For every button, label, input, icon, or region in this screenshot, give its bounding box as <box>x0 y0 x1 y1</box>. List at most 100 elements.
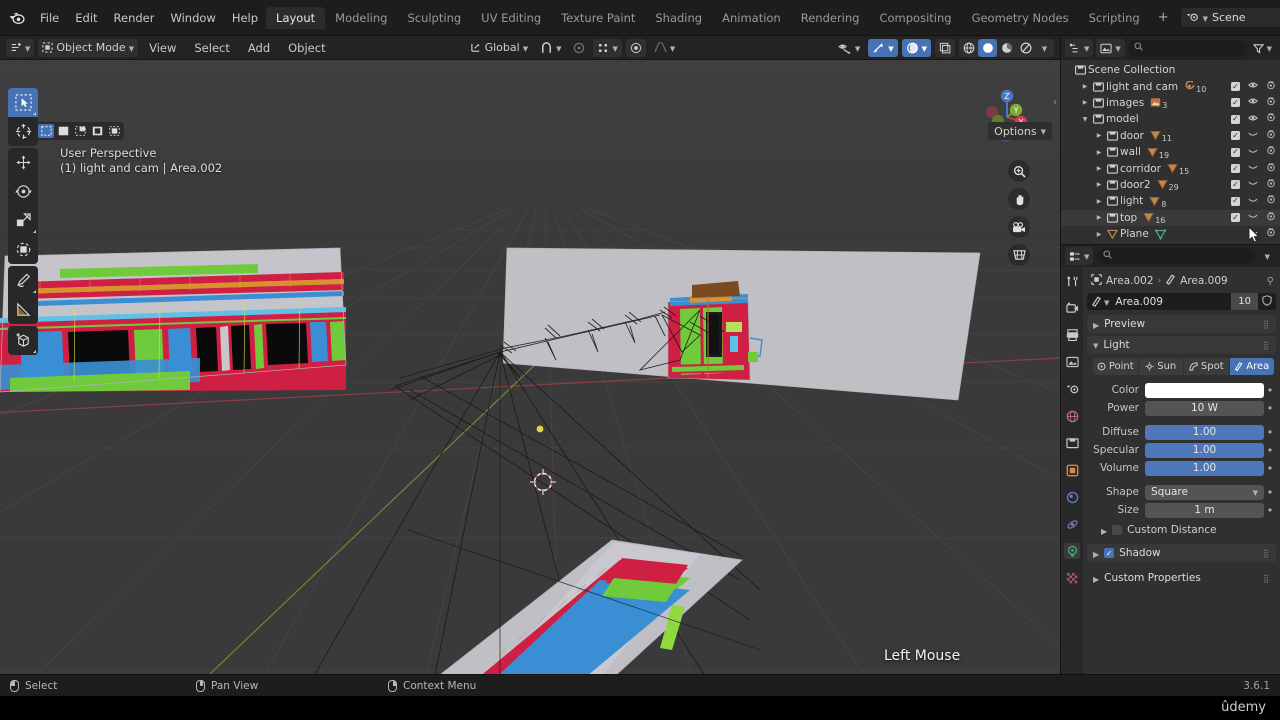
light-volume-row[interactable]: Volume 1.00 • <box>1087 460 1276 476</box>
pan-hand-icon[interactable] <box>1008 188 1030 210</box>
subtract-select-mode[interactable] <box>72 124 88 138</box>
outliner-row-corridor[interactable]: ▶ corridor 15 ✓ <box>1061 160 1280 176</box>
outliner-row-door[interactable]: ▶ door 11 ✓ <box>1061 128 1280 144</box>
tweak-select-tool[interactable] <box>8 88 38 117</box>
expand-triangle-icon[interactable]: ▶ <box>1093 231 1105 238</box>
workspace-tab-rendering[interactable]: Rendering <box>791 7 870 29</box>
light-power-value[interactable]: 10 W <box>1145 400 1264 416</box>
workspace-tab-compositing[interactable]: Compositing <box>869 7 961 29</box>
outliner-enable-checkbox[interactable]: ✓ <box>1231 213 1240 223</box>
solid-shading[interactable] <box>978 38 997 57</box>
tool-tab[interactable] <box>1064 273 1080 289</box>
viewport-menu-add[interactable]: Add <box>241 39 277 57</box>
outliner-editor[interactable]: ▼ ▼ ▼ Scene Collection ▶ light and cam 1… <box>1060 36 1280 244</box>
funnel-icon[interactable]: ▼ <box>1249 39 1276 57</box>
properties-editor-icon[interactable]: ▼ <box>1065 247 1094 265</box>
expand-triangle-icon[interactable]: ▶ <box>1093 149 1105 156</box>
outliner-row-wall[interactable]: ▶ wall 19 ✓ <box>1061 144 1280 160</box>
expand-triangle-icon[interactable]: ▶ <box>1093 181 1105 188</box>
outliner-search-input[interactable] <box>1127 39 1246 57</box>
falloff-curve-icon[interactable]: ▼ <box>650 39 679 57</box>
menu-window[interactable]: Window <box>162 8 223 28</box>
animate-dot-icon[interactable]: • <box>1264 462 1276 475</box>
xray-toggle-button[interactable]: ▼ <box>901 38 931 57</box>
workspace-tab-shading[interactable]: Shading <box>645 7 712 29</box>
outliner-row-scene-collection[interactable]: Scene Collection <box>1061 62 1280 78</box>
outliner-row-plane[interactable]: ▶ Plane <box>1061 226 1280 242</box>
menu-edit[interactable]: Edit <box>67 8 105 28</box>
light-specular-value[interactable]: 1.00 <box>1145 442 1264 458</box>
add-cube-tool[interactable] <box>8 326 38 355</box>
filter-id-icon[interactable]: ▼ <box>1096 39 1125 57</box>
sidebar-collapse-arrow-icon[interactable]: ‹ <box>1053 97 1057 108</box>
light-color-swatch[interactable] <box>1145 382 1264 398</box>
camera-view-icon[interactable] <box>1008 216 1030 238</box>
show-gizmo-button[interactable]: ▼ <box>834 39 864 57</box>
visibility-eye-icon[interactable] <box>1248 81 1258 92</box>
light-volume-value[interactable]: 1.00 <box>1145 460 1264 476</box>
intersect-select-mode[interactable] <box>106 124 122 138</box>
breadcrumb[interactable]: Area.002 › Area.009 ⚲ <box>1087 271 1276 293</box>
visibility-eye-icon[interactable] <box>1248 114 1258 125</box>
viewport-options-button[interactable]: Options ▼ <box>988 122 1052 140</box>
panel-header-preview[interactable]: ▶ Preview ⣿ <box>1087 315 1276 333</box>
light-power-row[interactable]: Power 10 W • <box>1087 400 1276 416</box>
workspace-tab-layout[interactable]: Layout <box>266 6 326 29</box>
editor-type-selector[interactable]: ▼ <box>6 38 35 57</box>
outliner-enable-checkbox[interactable]: ✓ <box>1231 114 1240 124</box>
expand-triangle-icon[interactable]: ▶ <box>1093 214 1105 221</box>
extend-select-mode[interactable] <box>55 124 71 138</box>
outliner-enable-checkbox[interactable]: ✓ <box>1231 164 1240 174</box>
zoom-icon[interactable] <box>1008 160 1030 182</box>
scene-tab[interactable] <box>1064 381 1080 397</box>
outliner-enable-checkbox[interactable]: ✓ <box>1231 82 1240 92</box>
transform-tool[interactable] <box>8 235 38 264</box>
expand-triangle-icon[interactable]: ▶ <box>1093 165 1105 172</box>
snap-magnet-button[interactable]: ▼ <box>536 39 565 57</box>
shading-chevron-icon[interactable]: ▼ <box>1035 39 1054 57</box>
render-camera-icon[interactable] <box>1266 212 1276 224</box>
render-camera-icon[interactable] <box>1266 162 1276 175</box>
pin-icon[interactable]: ⚲ <box>1267 276 1274 287</box>
render-camera-icon[interactable] <box>1266 228 1276 240</box>
light-color-row[interactable]: Color • <box>1087 382 1276 398</box>
modifiers-tab[interactable] <box>1064 489 1080 505</box>
world-tab[interactable] <box>1064 408 1080 424</box>
visibility-eye-icon[interactable] <box>1248 130 1258 141</box>
animate-dot-icon[interactable]: • <box>1264 402 1276 415</box>
outliner-enable-checkbox[interactable]: ✓ <box>1231 196 1240 206</box>
rotate-tool[interactable] <box>8 177 38 206</box>
view-layer-tab[interactable] <box>1064 354 1080 370</box>
render-camera-icon[interactable] <box>1266 80 1276 93</box>
visibility-eye-icon[interactable] <box>1248 163 1258 174</box>
outliner-row-light-and-cam[interactable]: ▶ light and cam 10 ✓ <box>1061 78 1280 94</box>
move-tool[interactable] <box>8 148 38 177</box>
outliner-enable-checkbox[interactable]: ✓ <box>1231 131 1240 141</box>
scene-selector[interactable]: ▼ Scene ⚲ ⧉ ✕ <box>1180 8 1280 27</box>
animate-dot-icon[interactable]: • <box>1264 504 1276 517</box>
blender-logo-icon[interactable] <box>6 7 28 29</box>
toggle-perspective-icon[interactable] <box>1008 244 1030 266</box>
custom-distance-row[interactable]: ▶ Custom Distance <box>1087 520 1276 536</box>
animate-dot-icon[interactable]: • <box>1264 426 1276 439</box>
light-size-value[interactable]: 1 m <box>1145 502 1264 518</box>
shadow-checkbox[interactable]: ✓ <box>1104 548 1115 558</box>
menu-help[interactable]: Help <box>224 8 266 28</box>
shading-mode-group[interactable]: ▼ <box>959 38 1054 57</box>
render-camera-icon[interactable] <box>1266 195 1276 207</box>
menu-file[interactable]: File <box>32 8 67 28</box>
light-diffuse-row[interactable]: Diffuse 1.00 • <box>1087 424 1276 440</box>
light-type-area[interactable]: Area <box>1229 358 1274 375</box>
light-size-row[interactable]: Size 1 m • <box>1087 502 1276 518</box>
collection-tab[interactable] <box>1064 435 1080 451</box>
mode-selector[interactable]: Object Mode ▼ <box>38 38 139 57</box>
render-camera-icon[interactable] <box>1266 97 1276 109</box>
viewport-menu-view[interactable]: View <box>142 39 183 57</box>
expand-triangle-icon[interactable]: ▶ <box>1079 83 1091 90</box>
viewport-nav-buttons[interactable] <box>1008 160 1030 266</box>
workspace-tab-animation[interactable]: Animation <box>712 7 791 29</box>
panel-header-shadow[interactable]: ▶ ✓ Shadow ⣿ <box>1087 544 1276 562</box>
outliner-row-top[interactable]: ▶ top 16 ✓ <box>1061 209 1280 226</box>
proportional-edit-button[interactable] <box>569 39 589 57</box>
expand-triangle-icon[interactable]: ▶ <box>1093 132 1105 139</box>
